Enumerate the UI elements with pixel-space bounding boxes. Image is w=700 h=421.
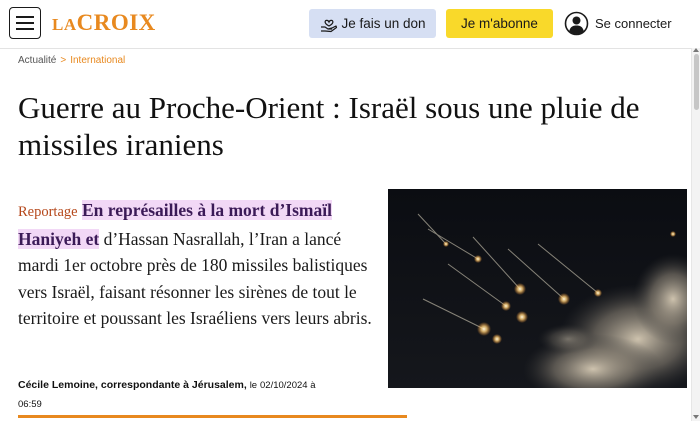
breadcrumb: Actualité > International [18, 55, 125, 66]
scrollbar[interactable] [691, 48, 700, 421]
publish-date: 02/10/2024 à [260, 380, 316, 391]
site-header: LACROIX Je fais un don Je m'abonne Se co… [0, 0, 700, 49]
kicker-label: Reportage [18, 204, 78, 220]
logo-name: CROIX [76, 10, 156, 35]
breadcrumb-separator: > [60, 55, 67, 66]
breadcrumb-international[interactable]: International [70, 55, 125, 66]
byline: Cécile Lemoine, correspondante à Jérusal… [18, 376, 378, 414]
publish-time: 06:59 [18, 399, 42, 410]
la-croix-logo[interactable]: LACROIX [52, 10, 156, 36]
breadcrumb-actualite[interactable]: Actualité [18, 55, 56, 66]
menu-icon [16, 16, 34, 18]
hand-heart-icon [321, 19, 338, 32]
date-prefix: le [249, 380, 258, 391]
menu-button[interactable] [9, 7, 41, 39]
logo-prefix: LA [52, 15, 77, 34]
subscribe-button[interactable]: Je m'abonne [446, 9, 553, 38]
donate-label: Je fais un don [341, 16, 426, 31]
login-link[interactable]: Se connecter [595, 16, 672, 31]
article-title: Guerre au Proche-Orient : Israël sous un… [18, 90, 640, 162]
article-photo [388, 189, 687, 388]
user-circle-icon[interactable] [564, 11, 589, 36]
article-lead: Reportage En représailles à la mort d’Is… [18, 197, 380, 332]
author-name[interactable]: Cécile Lemoine, correspondante à Jérusal… [18, 379, 247, 391]
scroll-down-arrow[interactable] [693, 415, 699, 419]
scroll-up-arrow[interactable] [693, 48, 699, 52]
scroll-thumb[interactable] [694, 54, 699, 110]
donate-button[interactable]: Je fais un don [309, 9, 436, 38]
progress-bar [18, 415, 407, 418]
